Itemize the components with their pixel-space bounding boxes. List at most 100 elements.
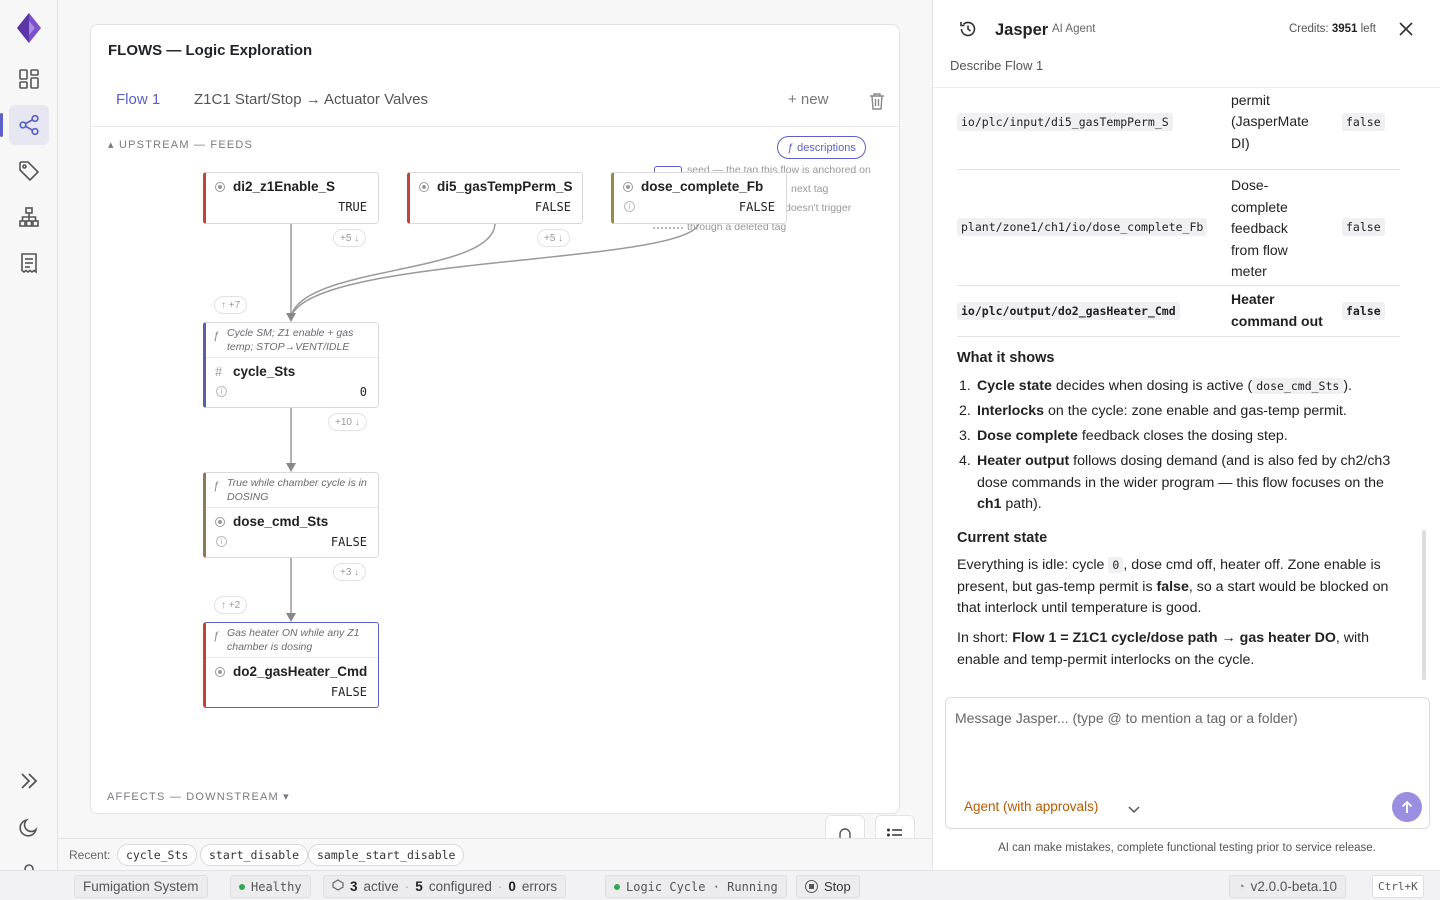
close-icon[interactable]: [1399, 22, 1413, 41]
tags-icon[interactable]: [9, 151, 49, 191]
message-input[interactable]: Message Jasper... (type @ to mention a t…: [955, 710, 1298, 726]
arrow-up-icon: [1401, 800, 1413, 813]
hierarchy-icon[interactable]: [9, 197, 49, 237]
recent-chip[interactable]: cycle_Sts: [117, 844, 198, 866]
active-label: active: [363, 879, 399, 894]
health-label: Healthy: [251, 879, 302, 894]
node-value: FALSE: [738, 200, 775, 214]
flow-node-do2-gasheater[interactable]: ƒ Gas heater ON while any Z1 chamber is d…: [203, 622, 379, 708]
chat-transcript: io/plc/input/di5_gasTempPerm_S temperatu…: [933, 88, 1433, 686]
desc-line: complete: [1231, 198, 1288, 215]
version-label: v2.0.0-beta.10: [1250, 879, 1337, 894]
node-value: FALSE: [330, 685, 367, 699]
error-label: errors: [521, 879, 558, 894]
agent-mode-select[interactable]: Agent (with approvals): [964, 799, 1098, 814]
list-bold: Heater output: [977, 453, 1070, 469]
send-button[interactable]: [1392, 792, 1422, 822]
node-description: Cycle SM; Z1 enable + gas temp; STOP→VEN…: [227, 327, 354, 353]
node-label: di2_z1Enable_S: [233, 179, 336, 194]
table-row: plant/zone1/ch1/io/dose_complete_Fb Dose…: [957, 170, 1400, 286]
status-bar: Fumigation System Healthy 3 active · 5 con…: [0, 870, 1440, 900]
section-heading: Current state: [957, 530, 1048, 546]
logic-label: Logic Cycle · Running: [626, 879, 778, 894]
node-name: di5_gasTempPerm_S: [410, 176, 582, 198]
bool-icon: [419, 182, 429, 192]
info-icon[interactable]: i: [216, 536, 227, 547]
history-icon[interactable]: [959, 20, 977, 43]
list-item: 4. Heater output follows dosing demand (a…: [957, 451, 1397, 516]
configured-label: configured: [428, 879, 492, 894]
chevron-down-icon[interactable]: [1128, 801, 1140, 819]
logo-icon[interactable]: [16, 12, 42, 44]
flow-node-di5-gastempperm[interactable]: di5_gasTempPerm_S FALSE: [407, 172, 583, 224]
credits-suffix: left: [1360, 23, 1376, 35]
shortcut-hint[interactable]: Ctrl+K: [1372, 875, 1424, 898]
error-count: 0: [508, 879, 516, 894]
text: In short:: [957, 630, 1013, 646]
flow-node-dose-complete[interactable]: dose_complete_Fb i FALSE: [611, 172, 787, 224]
agent-panel: Jasper AI Agent Credits: 3951 left Descr…: [932, 0, 1440, 870]
stop-label: Stop: [824, 879, 851, 894]
node-value-row: i FALSE: [206, 533, 378, 551]
credits-label: Credits:: [1289, 23, 1329, 35]
flow-node-cycle-sts[interactable]: ƒ Cycle SM; Z1 enable + gas temp; STOP→VE…: [203, 322, 379, 408]
expand-chip[interactable]: +5 ↓: [537, 229, 571, 247]
expand-icon[interactable]: [9, 761, 49, 801]
node-name: # cycle_Sts: [206, 361, 378, 383]
expand-chip[interactable]: +3 ↓: [333, 563, 367, 581]
tag-value: false: [1342, 113, 1385, 131]
service-summary[interactable]: 3 active · 5 configured · 0 errors: [323, 875, 567, 898]
number-icon: #: [215, 364, 223, 379]
tag-description: Heater command out: [1231, 289, 1323, 332]
health-badge[interactable]: Healthy: [230, 875, 311, 898]
info-icon[interactable]: i: [216, 386, 227, 397]
recent-label: Recent:: [69, 848, 111, 862]
flows-icon[interactable]: [0, 105, 49, 145]
report-icon[interactable]: [9, 243, 49, 283]
list-bold: Interlocks: [977, 403, 1045, 419]
bool-icon: [215, 517, 225, 527]
message-composer[interactable]: Message Jasper... (type @ to mention a t…: [945, 697, 1430, 829]
system-name[interactable]: Fumigation System: [74, 875, 208, 898]
expand-chip[interactable]: +5 ↓: [333, 229, 367, 247]
stop-button[interactable]: Stop: [796, 875, 860, 898]
list-text: feedback closes the dosing step.: [1077, 428, 1288, 444]
expand-up-chip[interactable]: ↑ +2: [214, 596, 248, 614]
desc-line: permit: [1231, 91, 1270, 108]
recent-chip[interactable]: sample_start_disable: [308, 844, 465, 866]
list-item: 2. Interlocks on the cycle: zone enable a…: [957, 401, 1397, 423]
list-number: 4.: [959, 453, 971, 469]
disclaimer: AI can make mistakes, complete functiona…: [998, 842, 1376, 854]
node-value: FALSE: [534, 200, 571, 214]
list-item: 3. Dose complete feedback closes the dosi…: [957, 426, 1397, 448]
desc-line: (JasperMate: [1231, 113, 1309, 129]
dashboard-icon[interactable]: [9, 59, 49, 99]
list-bold: ch1: [977, 496, 1002, 512]
logic-cycle-status[interactable]: Logic Cycle · Running: [605, 875, 787, 898]
dark-mode-icon[interactable]: [9, 807, 49, 847]
list-tail: path).: [1001, 496, 1042, 512]
node-description: True while chamber cycle is in DOSING: [227, 477, 367, 503]
list-number: 2.: [959, 403, 971, 419]
table-row: io/plc/input/di5_gasTempPerm_S temperatu…: [957, 88, 1400, 170]
desc-line: Heater: [1231, 291, 1275, 307]
credits-value: 3951: [1331, 23, 1358, 35]
agent-tag: AI Agent: [1052, 23, 1096, 35]
recent-chip[interactable]: start_disable: [200, 844, 309, 866]
node-description-row: ƒ Cycle SM; Z1 enable + gas temp; STOP→VE…: [206, 323, 378, 358]
expand-chip[interactable]: +10 ↓: [328, 413, 367, 431]
node-label: dose_cmd_Sts: [233, 514, 329, 529]
version-icon: ◔: [1238, 880, 1245, 893]
chat-scrollbar[interactable]: [1422, 530, 1426, 680]
list-bold: Cycle state: [977, 378, 1052, 394]
info-icon[interactable]: i: [624, 201, 635, 212]
list-text: on the cycle: zone enable and gas-temp p…: [1044, 403, 1347, 419]
list-number: 1.: [959, 378, 971, 394]
node-name: do2_gasHeater_Cmd: [206, 661, 378, 683]
flow-node-di2-z1enable[interactable]: di2_z1Enable_S TRUE: [203, 172, 379, 224]
desc-line: meter: [1231, 263, 1267, 279]
flow-node-dose-cmd-sts[interactable]: ƒ True while chamber cycle is in DOSING d…: [203, 472, 379, 558]
expand-up-chip[interactable]: ↑ +7: [214, 296, 248, 314]
service-icon: [332, 879, 344, 894]
version-badge[interactable]: ◔ v2.0.0-beta.10: [1229, 875, 1346, 898]
